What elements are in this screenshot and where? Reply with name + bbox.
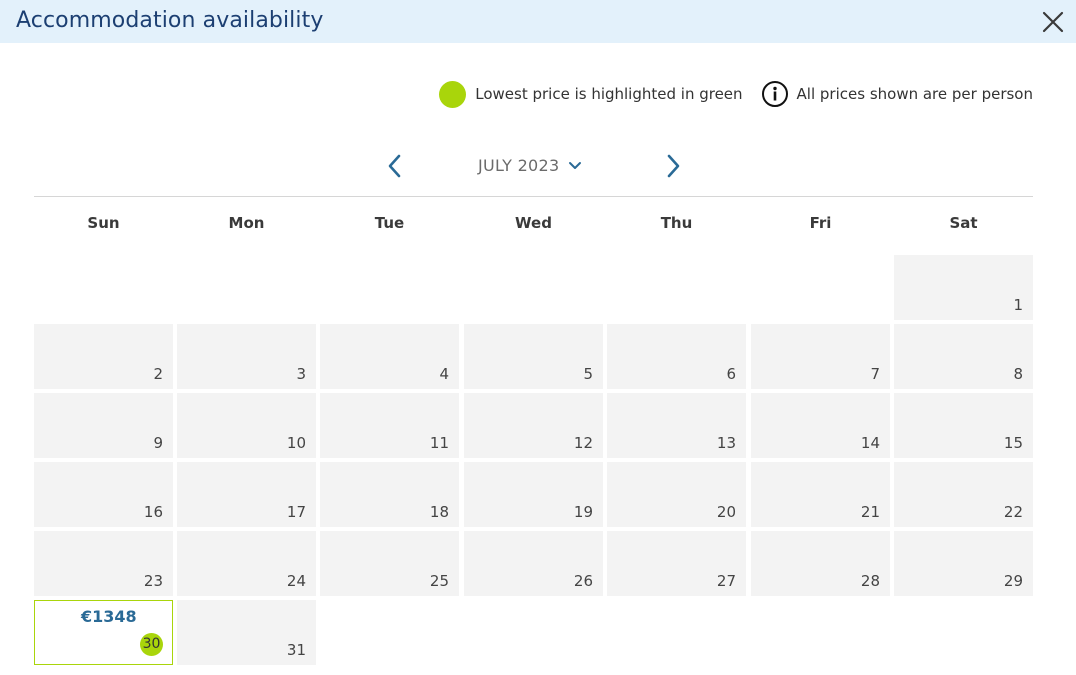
calendar-day[interactable]: 13 <box>607 393 746 458</box>
calendar-day[interactable]: 8 <box>894 324 1033 389</box>
legend: Lowest price is highlighted in green All… <box>439 80 1033 108</box>
day-price: €1348 <box>81 607 137 626</box>
previous-month-button[interactable] <box>383 152 407 180</box>
calendar-day[interactable]: 23 <box>34 531 173 596</box>
calendar-day[interactable]: 28 <box>751 531 890 596</box>
modal-header: Accommodation availability <box>0 0 1076 43</box>
day-number: 5 <box>583 365 593 383</box>
chevron-left-icon <box>388 154 401 178</box>
calendar-grid: 1 2 3 4 5 6 7 8 9 10 11 12 13 14 15 16 1… <box>34 255 1033 665</box>
calendar-day[interactable]: 3 <box>177 324 316 389</box>
calendar-day[interactable]: 15 <box>894 393 1033 458</box>
info-icon <box>761 81 788 107</box>
calendar-day[interactable]: 4 <box>320 324 459 389</box>
calendar-day[interactable]: 27 <box>607 531 746 596</box>
day-number: 15 <box>1003 434 1023 452</box>
day-number: 31 <box>286 641 306 659</box>
calendar-day[interactable]: 31 <box>177 600 316 665</box>
per-person-legend: All prices shown are per person <box>796 85 1033 103</box>
chevron-right-icon <box>667 154 680 178</box>
chevron-down-icon <box>568 161 581 169</box>
day-number: 4 <box>439 365 449 383</box>
close-icon <box>1042 11 1064 33</box>
weekday-label: Tue <box>374 214 405 232</box>
green-dot-icon <box>439 80 467 108</box>
calendar-day[interactable]: 1 <box>894 255 1033 320</box>
weekday-header: Sun Mon Tue Wed Thu Fri Sat <box>34 214 1033 236</box>
weekday-label: Sun <box>87 214 120 232</box>
day-number: 20 <box>716 503 736 521</box>
calendar-day[interactable]: 24 <box>177 531 316 596</box>
calendar-day[interactable]: 25 <box>320 531 459 596</box>
calendar-day[interactable]: 22 <box>894 462 1033 527</box>
weekday-label: Wed <box>515 214 552 232</box>
calendar-day[interactable]: 16 <box>34 462 173 527</box>
calendar-day[interactable]: 26 <box>464 531 603 596</box>
day-number: 11 <box>429 434 449 452</box>
day-number: 18 <box>429 503 449 521</box>
calendar-day-lowest-price[interactable]: €1348 30 <box>34 600 173 665</box>
lowest-price-legend: Lowest price is highlighted in green <box>475 85 743 103</box>
calendar-day[interactable]: 20 <box>607 462 746 527</box>
calendar-day[interactable]: 18 <box>320 462 459 527</box>
day-number: 9 <box>153 434 163 452</box>
month-select[interactable]: JULY 2023 <box>478 156 582 175</box>
close-button[interactable] <box>1040 9 1066 35</box>
day-number: 24 <box>286 572 306 590</box>
calendar-day[interactable]: 14 <box>751 393 890 458</box>
calendar-day[interactable]: 5 <box>464 324 603 389</box>
day-number: 26 <box>573 572 593 590</box>
day-number: 6 <box>726 365 736 383</box>
day-number: 27 <box>716 572 736 590</box>
calendar-day[interactable]: 19 <box>464 462 603 527</box>
day-number: 17 <box>286 503 306 521</box>
calendar-day[interactable]: 12 <box>464 393 603 458</box>
month-navigation: JULY 2023 <box>0 150 1076 184</box>
day-number: 23 <box>143 572 163 590</box>
day-number: 21 <box>860 503 880 521</box>
calendar-day[interactable]: 6 <box>607 324 746 389</box>
weekday-label: Thu <box>660 214 693 232</box>
weekday-label: Mon <box>228 214 265 232</box>
day-number: 19 <box>573 503 593 521</box>
day-number: 7 <box>870 365 880 383</box>
calendar-day[interactable]: 21 <box>751 462 890 527</box>
calendar-day[interactable]: 17 <box>177 462 316 527</box>
day-number: 16 <box>143 503 163 521</box>
calendar-day[interactable]: 11 <box>320 393 459 458</box>
day-number: 13 <box>716 434 736 452</box>
day-number: 3 <box>296 365 306 383</box>
day-number: 25 <box>429 572 449 590</box>
calendar-day[interactable]: 10 <box>177 393 316 458</box>
day-number: 30 <box>140 633 163 656</box>
day-number: 12 <box>573 434 593 452</box>
month-label: JULY 2023 <box>478 156 560 175</box>
day-number: 1 <box>1013 296 1023 314</box>
next-month-button[interactable] <box>661 152 685 180</box>
day-number: 14 <box>860 434 880 452</box>
weekday-label: Sat <box>949 214 978 232</box>
weekday-label: Fri <box>809 214 832 232</box>
day-number: 29 <box>1003 572 1023 590</box>
calendar-day[interactable]: 7 <box>751 324 890 389</box>
calendar-day[interactable]: 2 <box>34 324 173 389</box>
calendar-day[interactable]: 9 <box>34 393 173 458</box>
modal-title: Accommodation availability <box>16 8 324 33</box>
day-number: 28 <box>860 572 880 590</box>
day-number: 2 <box>153 365 163 383</box>
calendar-day[interactable]: 29 <box>894 531 1033 596</box>
day-number: 8 <box>1013 365 1023 383</box>
day-number: 22 <box>1003 503 1023 521</box>
day-number: 10 <box>286 434 306 452</box>
divider <box>34 196 1033 197</box>
